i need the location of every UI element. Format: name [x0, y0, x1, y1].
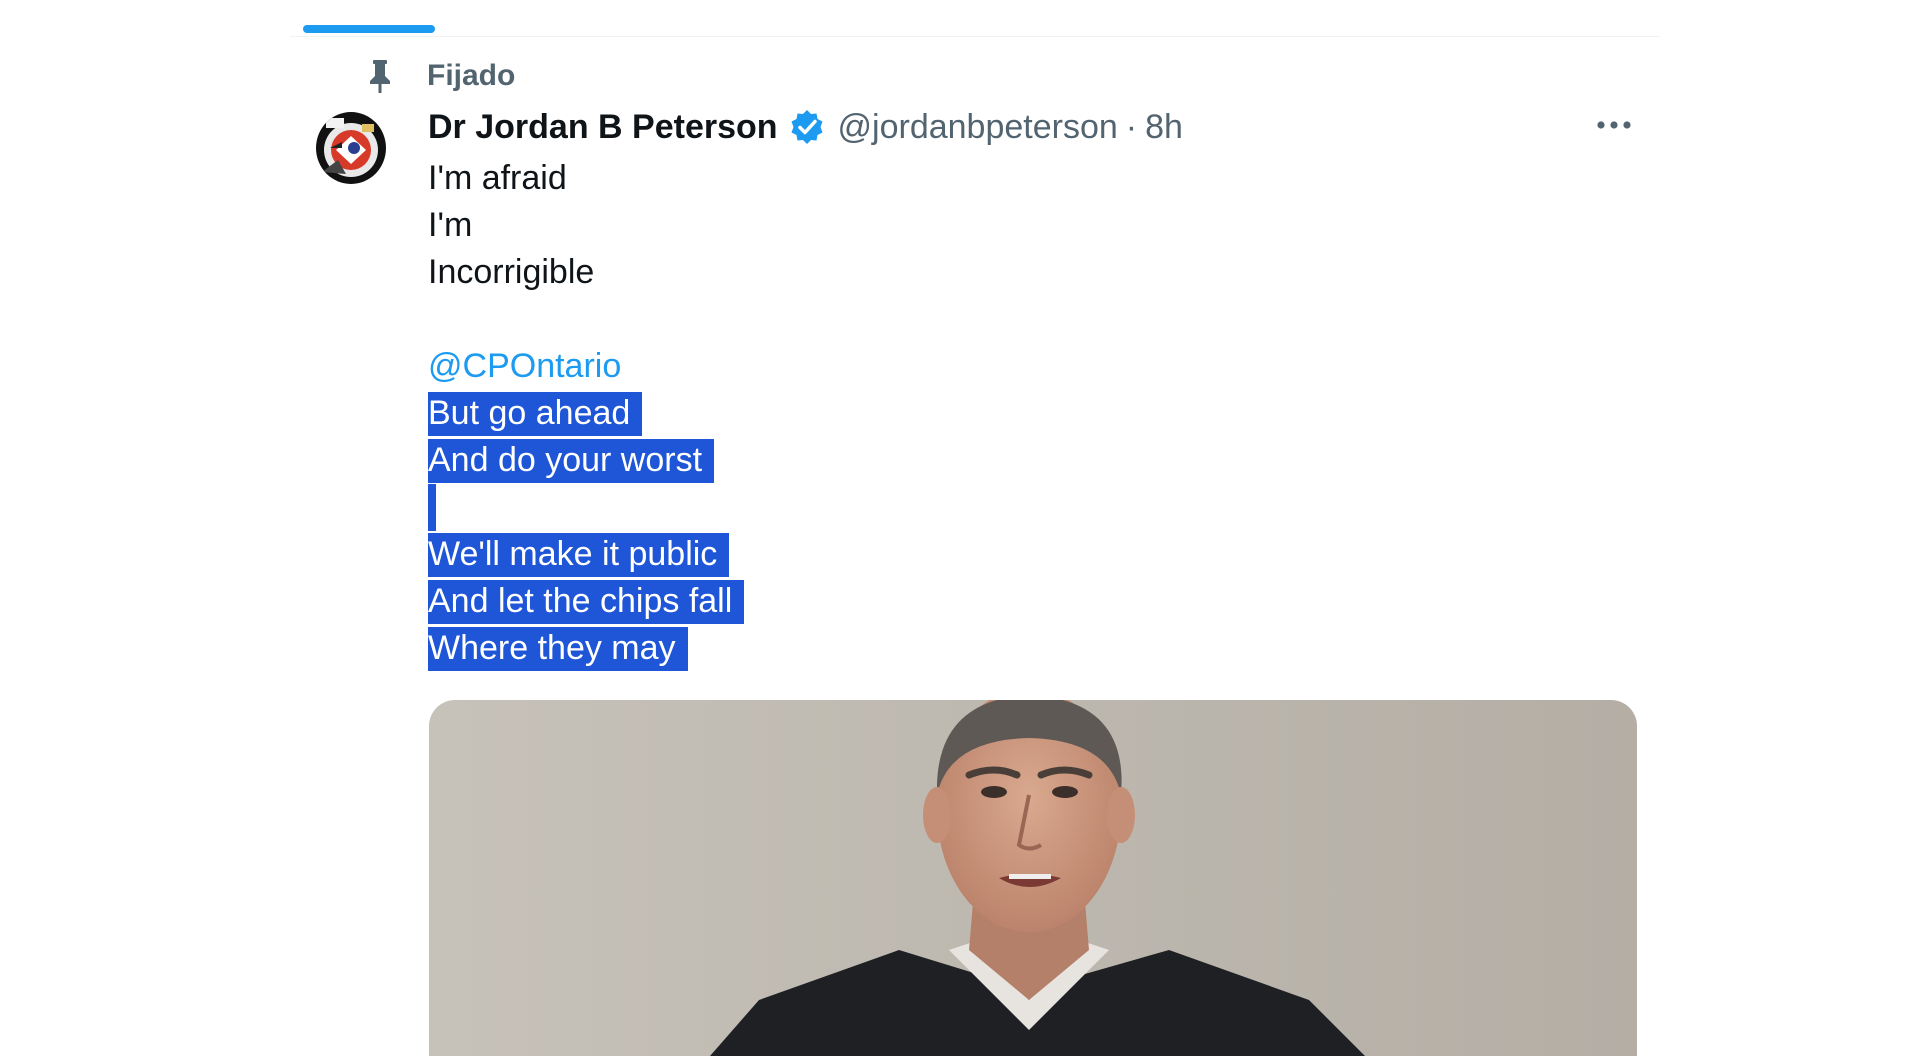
selected-text-3: We'll make it public [428, 533, 730, 577]
pinned-label: Fijado [427, 59, 516, 92]
selected-text-5: Where they may [428, 627, 688, 671]
selected-line: And do your worst [428, 437, 744, 484]
text-line-2: I'm [428, 206, 473, 244]
author-handle[interactable]: @jordanbpeterson [838, 108, 1118, 147]
active-tab-indicator [303, 25, 435, 33]
tweet-page: Fijado Dr Jordan B Peterson @jordanbpete… [0, 0, 1920, 1056]
selected-line: But go ahead [428, 390, 744, 437]
tweet-header: Dr Jordan B Peterson @jordanbpeterson · … [428, 103, 1183, 151]
pin-icon [365, 58, 395, 94]
selection-highlight [428, 484, 436, 531]
more-options-icon [1596, 117, 1632, 135]
text-line-3: Incorrigible [428, 253, 595, 291]
avatar[interactable] [316, 112, 386, 184]
selected-blank-line [428, 484, 744, 531]
text-line: I'm [428, 202, 744, 249]
selected-line: We'll make it public [428, 531, 744, 578]
mention-link[interactable]: @CPOntario [428, 347, 621, 385]
header-separator: · [1125, 107, 1138, 146]
tweet-media-photo[interactable] [429, 700, 1637, 1056]
text-line: @CPOntario [428, 343, 744, 390]
selected-text-4: And let the chips fall [428, 580, 745, 624]
text-line-1: I'm afraid [428, 159, 567, 197]
more-options-button[interactable] [1592, 110, 1636, 142]
selected-line: And let the chips fall [428, 578, 745, 625]
divider [290, 36, 1660, 37]
tweet-timestamp[interactable]: 8h [1145, 108, 1183, 147]
selected-text-2: And do your worst [428, 439, 715, 483]
verified-badge-icon [788, 108, 826, 146]
pinned-indicator: Fijado [365, 56, 515, 96]
text-line: Incorrigible [428, 249, 744, 296]
tweet-text: I'm afraid I'm Incorrigible @CPOntario B… [428, 155, 745, 672]
selected-text-1: But go ahead [428, 392, 643, 436]
selected-line: Where they may [428, 625, 744, 672]
text-line: I'm afraid [428, 155, 744, 202]
author-name[interactable]: Dr Jordan B Peterson [428, 108, 778, 147]
